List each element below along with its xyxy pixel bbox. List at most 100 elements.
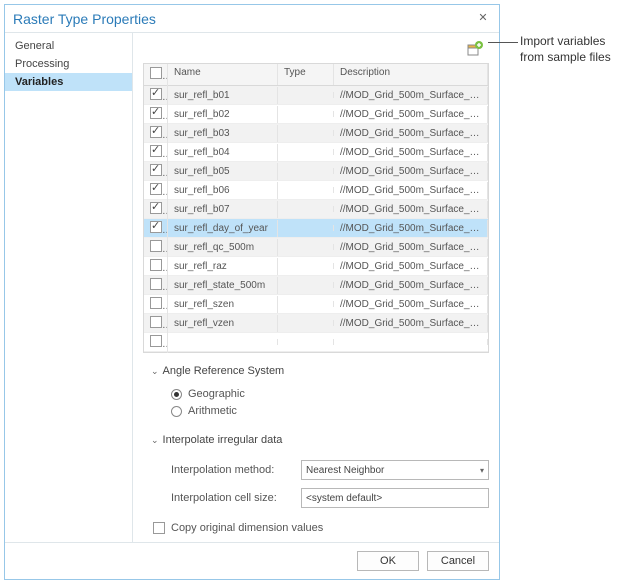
table-row[interactable]: sur_refl_b03//MOD_Grid_500m_Surface_Ref.… [144, 124, 488, 143]
row-name: sur_refl_b03 [168, 125, 278, 142]
row-type [278, 320, 334, 326]
row-checkbox-cell[interactable] [144, 294, 168, 315]
sidebar-item-variables[interactable]: Variables [5, 73, 132, 91]
copy-dimension-checkbox[interactable] [153, 522, 165, 534]
section-angle-reference[interactable]: ⌄ Angle Reference System [151, 365, 489, 377]
radio-label: Geographic [188, 388, 245, 400]
row-name: sur_refl_b02 [168, 106, 278, 123]
row-description: //MOD_Grid_500m_Surface_Ref... [334, 106, 488, 123]
row-checkbox[interactable] [150, 221, 162, 233]
row-description: //MOD_Grid_500m_Surface_Ref... [334, 144, 488, 161]
table-row[interactable]: sur_refl_vzen//MOD_Grid_500m_Surface_Ref… [144, 314, 488, 333]
header-checkbox-cell[interactable] [144, 64, 168, 85]
row-type [278, 263, 334, 269]
sidebar: GeneralProcessingVariables [5, 33, 133, 542]
import-variables-button[interactable] [467, 41, 483, 57]
row-checkbox-cell[interactable] [144, 332, 168, 353]
row-checkbox[interactable] [150, 278, 162, 290]
row-checkbox[interactable] [150, 88, 162, 100]
interpolation-method-label: Interpolation method: [171, 464, 291, 476]
row-checkbox-cell[interactable] [144, 85, 168, 106]
raster-type-properties-dialog: Raster Type Properties ✕ GeneralProcessi… [4, 4, 500, 580]
toolbar [143, 39, 489, 63]
header-name[interactable]: Name [168, 64, 278, 85]
table-row[interactable]: sur_refl_state_500m//MOD_Grid_500m_Surfa… [144, 276, 488, 295]
table-row[interactable] [144, 333, 488, 352]
header-description[interactable]: Description [334, 64, 488, 85]
row-checkbox-cell[interactable] [144, 256, 168, 277]
row-checkbox-cell[interactable] [144, 199, 168, 220]
row-checkbox-cell[interactable] [144, 313, 168, 334]
row-checkbox-cell[interactable] [144, 123, 168, 144]
interpolation-cell-row: Interpolation cell size: <system default… [171, 488, 489, 508]
radio-icon[interactable] [171, 406, 182, 417]
row-description: //MOD_Grid_500m_Surface_Ref... [334, 87, 488, 104]
table-row[interactable]: sur_refl_b05//MOD_Grid_500m_Surface_Ref.… [144, 162, 488, 181]
copy-dimension-label: Copy original dimension values [171, 522, 323, 534]
header-type[interactable]: Type [278, 64, 334, 85]
radio-option-arithmetic[interactable]: Arithmetic [171, 405, 489, 417]
interpolation-cell-value: <system default> [306, 493, 382, 504]
row-checkbox-cell[interactable] [144, 218, 168, 239]
table-row[interactable]: sur_refl_b02 //MOD_Grid_500m_Surface_Ref.… [144, 105, 488, 124]
row-checkbox[interactable] [150, 259, 162, 271]
row-checkbox-cell[interactable] [144, 161, 168, 182]
row-checkbox-cell[interactable] [144, 104, 168, 125]
ok-button[interactable]: OK [357, 551, 419, 571]
row-checkbox[interactable] [150, 145, 162, 157]
table-row[interactable]: sur_refl_b06 //MOD_Grid_500m_Surface_Ref.… [144, 181, 488, 200]
row-type [278, 339, 334, 345]
section-interpolate-title: Interpolate irregular data [163, 434, 283, 446]
row-checkbox[interactable] [150, 335, 162, 347]
row-checkbox[interactable] [150, 297, 162, 309]
table-row[interactable]: sur_refl_raz//MOD_Grid_500m_Surface_Ref.… [144, 257, 488, 276]
row-checkbox[interactable] [150, 240, 162, 252]
interpolation-cell-input[interactable]: <system default> [301, 488, 489, 508]
cancel-button[interactable]: Cancel [427, 551, 489, 571]
row-checkbox[interactable] [150, 126, 162, 138]
row-description: //MOD_Grid_500m_Surface_Ref... [334, 182, 488, 199]
row-name: sur_refl_b06 [168, 182, 278, 199]
variables-grid: Name Type Description sur_refl_b01 //MOD_… [143, 63, 489, 353]
interpolation-method-dropdown[interactable]: Nearest Neighbor ▾ [301, 460, 489, 480]
row-checkbox-cell[interactable] [144, 142, 168, 163]
sidebar-item-processing[interactable]: Processing [5, 55, 132, 73]
section-interpolate[interactable]: ⌄ Interpolate irregular data [151, 434, 489, 446]
dialog-footer: OK Cancel [5, 542, 499, 579]
callout-text-1: Import variables [520, 34, 611, 50]
sidebar-item-general[interactable]: General [5, 37, 132, 55]
row-name: sur_refl_b01 [168, 87, 278, 104]
row-checkbox-cell[interactable] [144, 237, 168, 258]
row-checkbox[interactable] [150, 107, 162, 119]
select-all-checkbox[interactable] [150, 67, 162, 79]
row-type [278, 206, 334, 212]
table-row[interactable]: sur_refl_b04 //MOD_Grid_500m_Surface_Ref.… [144, 143, 488, 162]
row-checkbox-cell[interactable] [144, 180, 168, 201]
row-checkbox[interactable] [150, 164, 162, 176]
table-row[interactable]: sur_refl_b01 //MOD_Grid_500m_Surface_Ref.… [144, 86, 488, 105]
callout-import-variables: Import variables from sample files [520, 34, 611, 65]
row-name: sur_refl_b04 [168, 144, 278, 161]
dialog-title: Raster Type Properties [13, 11, 475, 27]
row-description: //MOD_Grid_500m_Surface_Ref... [334, 220, 488, 237]
row-checkbox-cell[interactable] [144, 275, 168, 296]
row-name: sur_refl_b07 [168, 201, 278, 218]
row-description: //MOD_Grid_500m_Surface_Ref... [334, 258, 488, 275]
radio-icon[interactable] [171, 389, 182, 400]
table-row[interactable]: sur_refl_day_of_year//MOD_Grid_500m_Surf… [144, 219, 488, 238]
row-type [278, 225, 334, 231]
table-row[interactable]: sur_refl_b07//MOD_Grid_500m_Surface_Ref.… [144, 200, 488, 219]
row-checkbox[interactable] [150, 316, 162, 328]
row-checkbox[interactable] [150, 202, 162, 214]
row-description: //MOD_Grid_500m_Surface_Ref... [334, 163, 488, 180]
row-type [278, 111, 334, 117]
row-description: //MOD_Grid_500m_Surface_Ref... [334, 239, 488, 256]
callout-text-2: from sample files [520, 50, 611, 66]
copy-dimension-row[interactable]: Copy original dimension values [153, 522, 489, 534]
radio-option-geographic[interactable]: Geographic [171, 388, 489, 400]
row-checkbox[interactable] [150, 183, 162, 195]
table-row[interactable]: sur_refl_szen//MOD_Grid_500m_Surface_Ref… [144, 295, 488, 314]
close-icon[interactable]: ✕ [475, 11, 491, 27]
table-row[interactable]: sur_refl_qc_500m//MOD_Grid_500m_Surface_… [144, 238, 488, 257]
import-icon [467, 41, 483, 57]
